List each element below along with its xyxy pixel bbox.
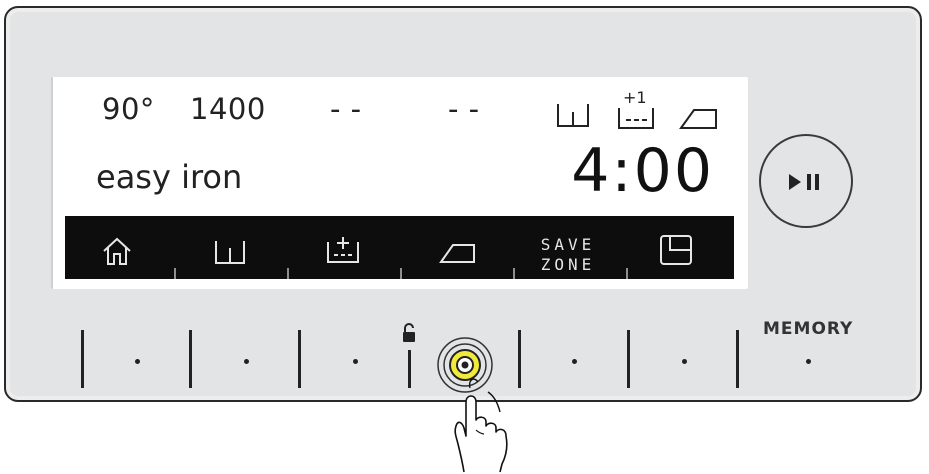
option-a-value: - - xyxy=(330,92,362,126)
touch-zone-2[interactable] xyxy=(244,359,249,364)
extra-rinse-icon xyxy=(618,108,654,129)
pointing-hand-icon xyxy=(454,378,508,473)
zone-divider xyxy=(189,330,192,388)
tub-icon xyxy=(557,104,589,127)
remaining-time: 4:00 xyxy=(571,136,714,206)
memory-label: MEMORY xyxy=(763,319,854,339)
touch-zone-6[interactable] xyxy=(682,359,687,364)
zone-divider xyxy=(81,330,84,388)
option-bar xyxy=(65,216,734,279)
zone-divider xyxy=(736,330,739,388)
play-pause-icon xyxy=(789,174,819,190)
touch-zone-5[interactable] xyxy=(572,359,577,364)
temperature-value: 90° xyxy=(102,92,155,126)
touch-zone-3[interactable] xyxy=(353,359,358,364)
lock-icon xyxy=(403,323,415,342)
memory-button[interactable] xyxy=(806,359,811,364)
option-b-value: - - xyxy=(448,92,480,126)
iron-icon xyxy=(679,109,717,129)
program-name: easy iron xyxy=(96,158,243,196)
save-zone-line1: SAVE xyxy=(540,235,596,254)
zone-divider xyxy=(408,350,411,388)
bar-separators xyxy=(174,268,628,279)
start-pause-button[interactable] xyxy=(759,134,853,228)
save-zone-line2: ZONE xyxy=(540,255,596,274)
spin-value: 1400 xyxy=(190,92,266,126)
save-zone-button[interactable]: SAVE ZONE xyxy=(536,235,600,275)
touch-zone-1[interactable] xyxy=(135,359,140,364)
zone-divider xyxy=(298,330,301,388)
zone-divider xyxy=(627,330,630,388)
